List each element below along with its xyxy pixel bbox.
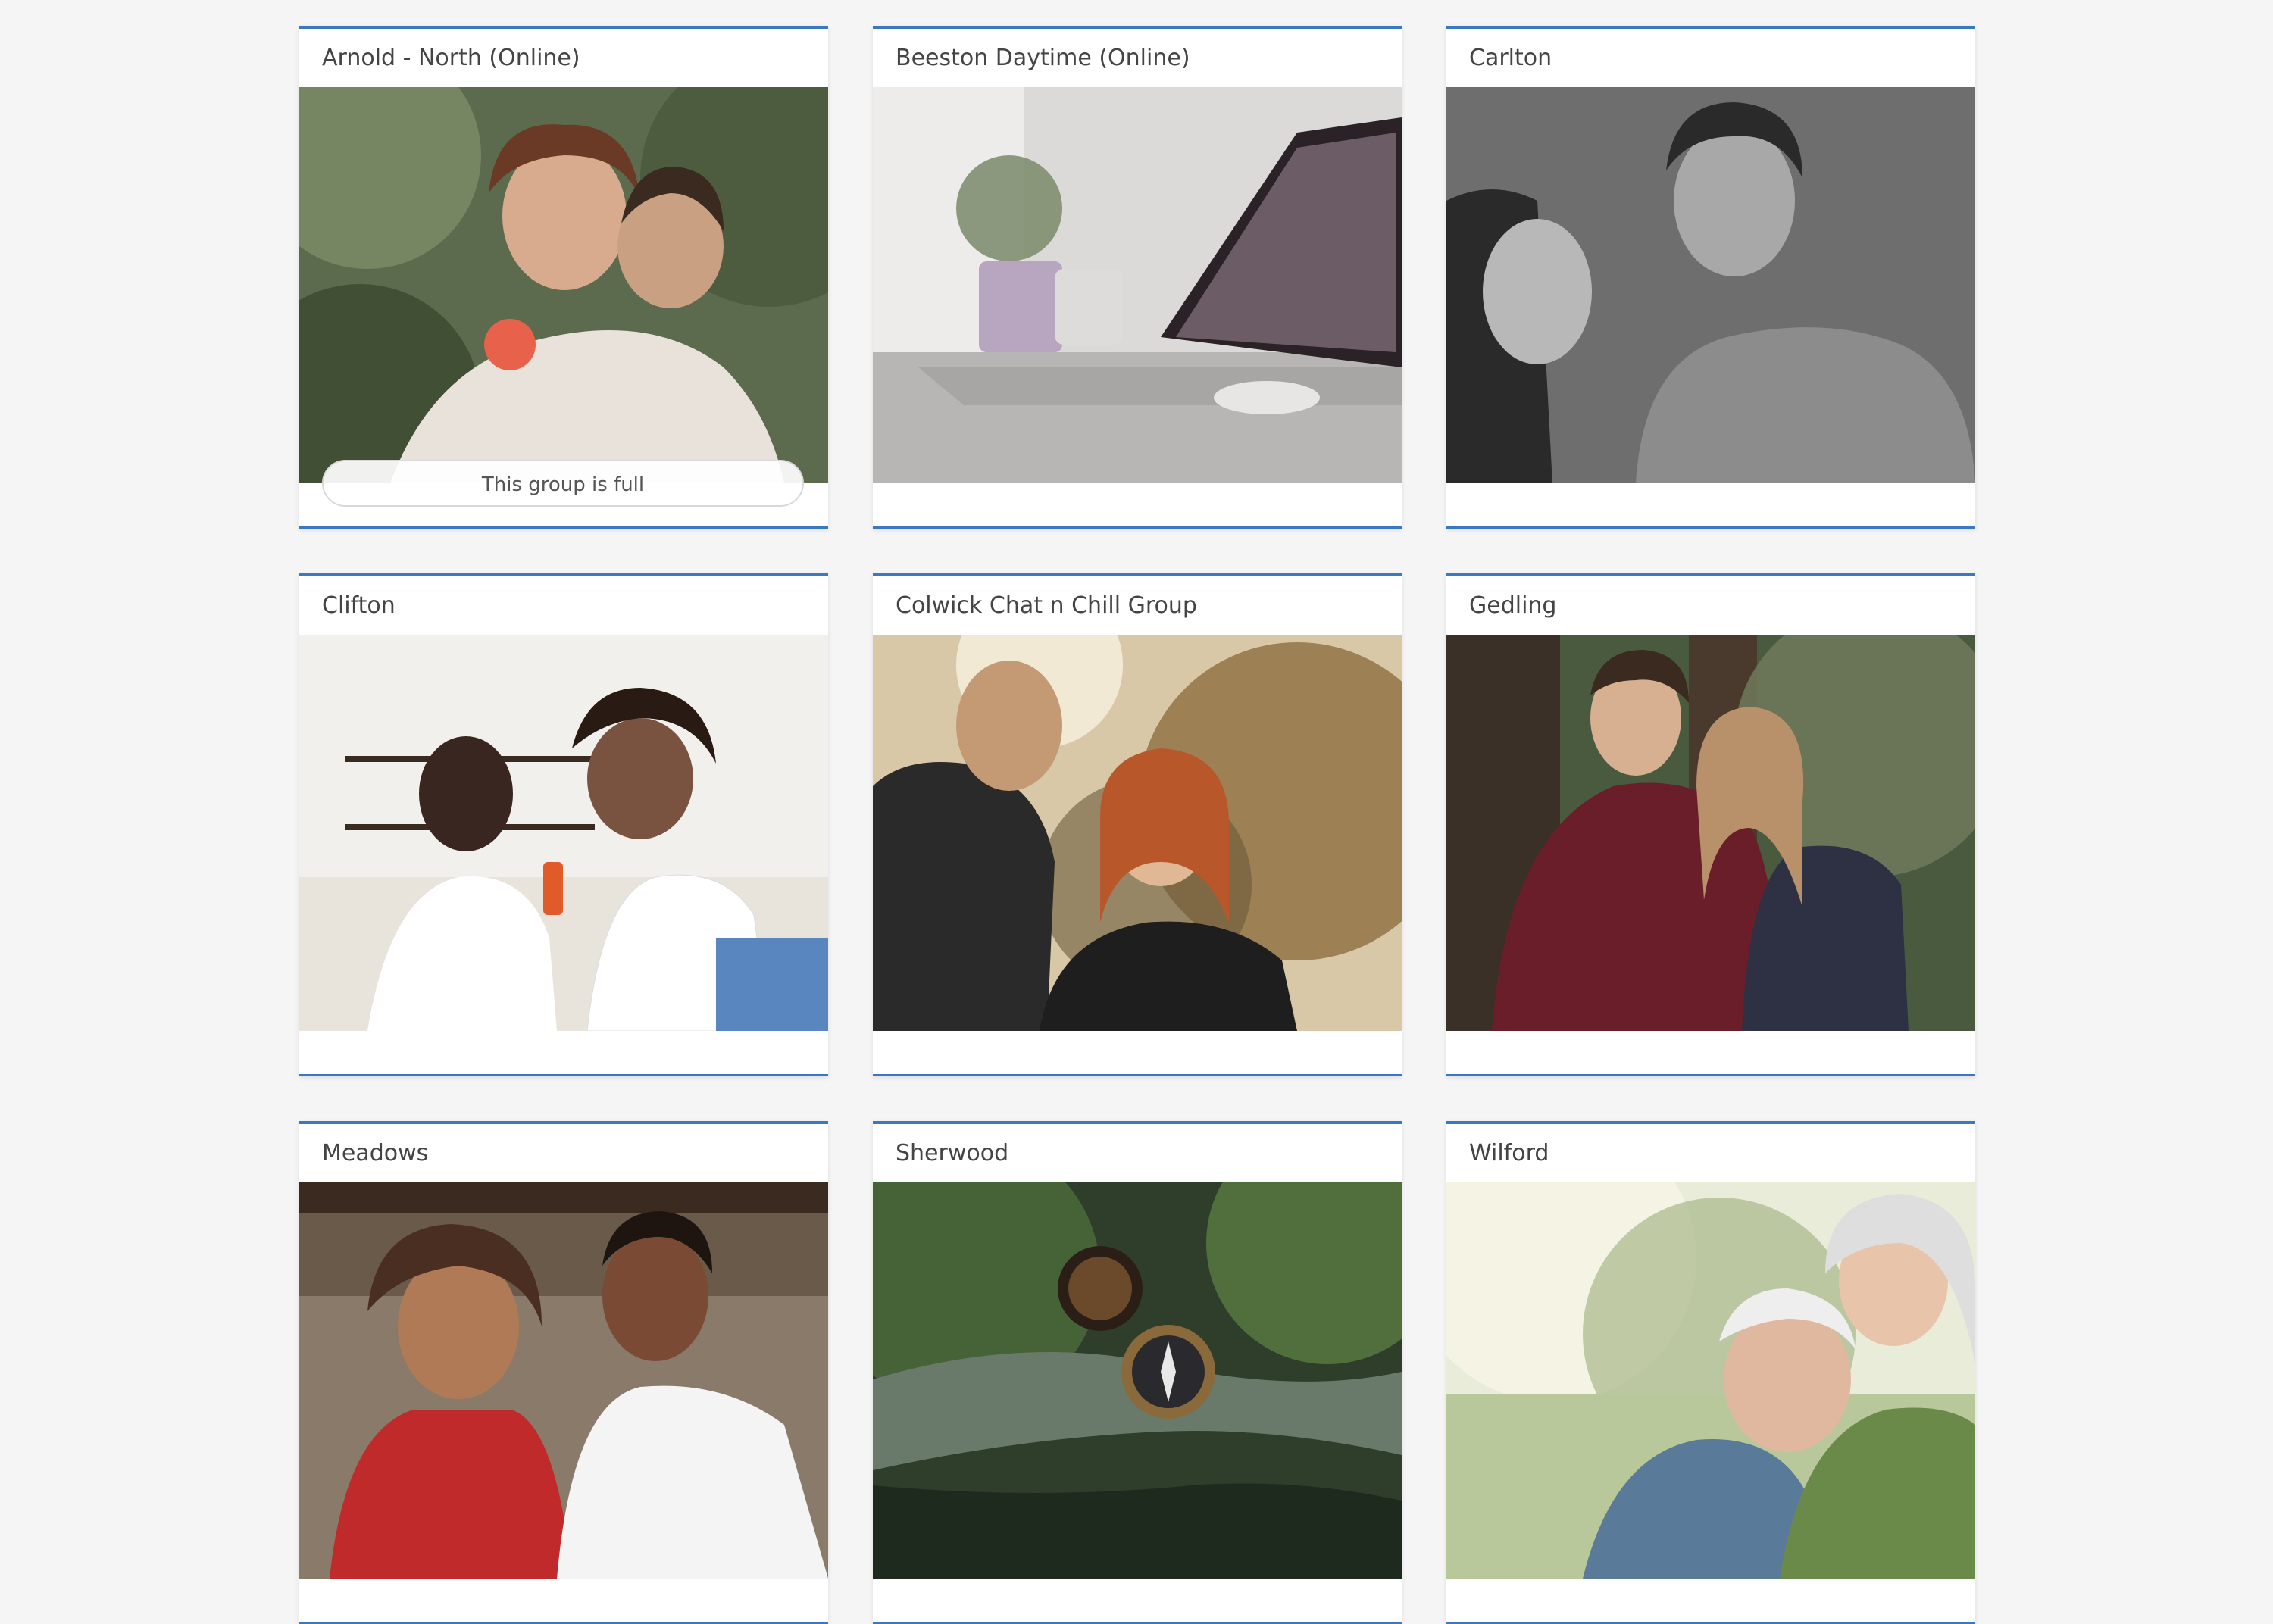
group-card-sherwood[interactable]: Sherwood [873,1121,1402,1624]
group-photo-clifton[interactable] [299,635,828,1031]
group-title[interactable]: Meadows [299,1124,828,1182]
group-photo-meadows[interactable] [299,1182,828,1579]
group-title[interactable]: Colwick Chat n Chill Group [873,576,1402,635]
group-photo-beeston-daytime[interactable] [873,87,1402,483]
group-photo-arnold-north[interactable] [299,87,828,483]
group-photo-sherwood[interactable] [873,1182,1402,1579]
group-photo-wilford[interactable] [1446,1182,1975,1579]
group-title[interactable]: Clifton [299,576,828,635]
group-card-wilford[interactable]: Wilford [1446,1121,1975,1624]
group-card-gedling[interactable]: Gedling [1446,573,1975,1076]
groups-grid: Arnold - North (Online) This group is fu… [299,26,1975,1624]
group-title[interactable]: Carlton [1446,29,1975,87]
group-title[interactable]: Gedling [1446,576,1975,635]
group-title[interactable]: Wilford [1446,1124,1975,1182]
group-card-arnold-north[interactable]: Arnold - North (Online) This group is fu… [299,26,828,529]
group-photo-gedling[interactable] [1446,635,1975,1031]
group-title[interactable]: Arnold - North (Online) [299,29,828,87]
group-photo-carlton[interactable] [1446,87,1975,483]
group-full-badge: This group is full [322,460,804,507]
group-card-beeston-daytime[interactable]: Beeston Daytime (Online) [873,26,1402,529]
group-card-meadows[interactable]: Meadows [299,1121,828,1624]
group-card-clifton[interactable]: Clifton [299,573,828,1076]
group-card-colwick[interactable]: Colwick Chat n Chill Group [873,573,1402,1076]
group-title[interactable]: Beeston Daytime (Online) [873,29,1402,87]
group-photo-colwick[interactable] [873,635,1402,1031]
group-card-carlton[interactable]: Carlton [1446,26,1975,529]
group-title[interactable]: Sherwood [873,1124,1402,1182]
